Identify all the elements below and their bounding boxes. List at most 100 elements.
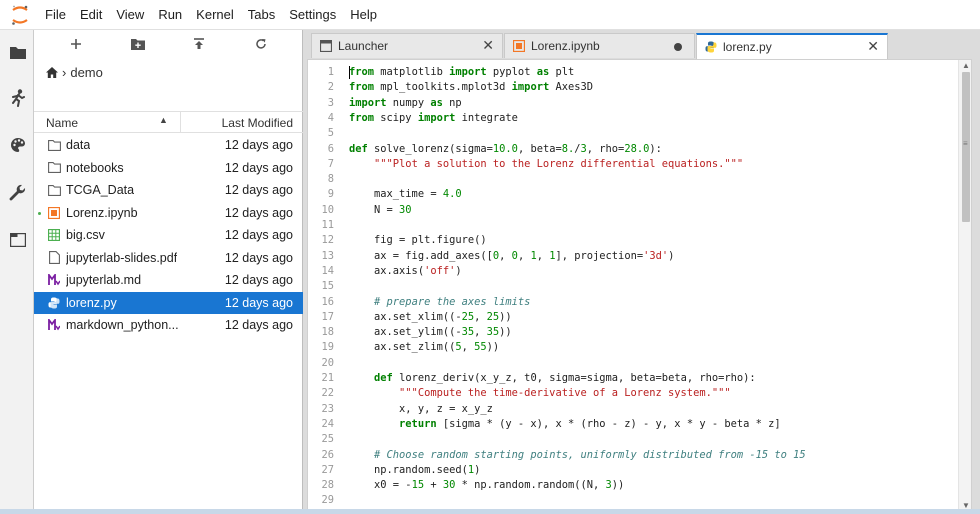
menu-tabs[interactable]: Tabs — [241, 0, 282, 30]
menu-run[interactable]: Run — [151, 0, 189, 30]
menu-view[interactable]: View — [109, 0, 151, 30]
line-number: 26 — [321, 448, 334, 461]
close-icon[interactable]: ✕ — [867, 38, 879, 55]
file-row-jupyterlab-slides-pdf[interactable]: jupyterlab-slides.pdf 12 days ago — [34, 247, 303, 270]
running-icon[interactable] — [8, 88, 28, 108]
tab-bar: Launcher ✕ Lorenz.ipynb lorenz.py ✕ — [303, 30, 980, 59]
code-line: 25 — [308, 432, 948, 447]
file-row-jupyterlab-md[interactable]: jupyterlab.md 12 days ago — [34, 269, 303, 292]
sort-ascending-icon: ▲ — [159, 115, 168, 125]
code-line: 6 def solve_lorenz(sigma=10.0, beta=8./3,… — [308, 142, 948, 157]
folder-icon[interactable] — [8, 42, 28, 62]
file-row-lorenz-py[interactable]: lorenz.py 12 days ago — [34, 291, 303, 314]
code-text: max_time = 4.0 — [349, 188, 462, 201]
notebook-icon — [512, 39, 526, 53]
file-browser-toolbar — [34, 30, 303, 58]
folder-icon — [47, 183, 61, 197]
line-number: 24 — [321, 417, 334, 430]
code-line: 8 — [308, 172, 948, 187]
file-modified: 12 days ago — [224, 183, 293, 197]
wrench-icon[interactable] — [8, 183, 28, 203]
code-text: def solve_lorenz(sigma=10.0, beta=8./3, … — [349, 142, 662, 155]
spreadsheet-icon — [47, 228, 61, 242]
menu-kernel[interactable]: Kernel — [189, 0, 241, 30]
code-line: 1 from matplotlib import pyplot as plt — [308, 65, 948, 80]
file-row-lorenz-ipynb[interactable]: Lorenz.ipynb 12 days ago — [34, 202, 303, 225]
text-cursor — [349, 66, 350, 79]
menu-bar: File Edit View Run Kernel Tabs Settings Help — [0, 0, 980, 30]
file-modified: 12 days ago — [224, 273, 293, 287]
code-line: 7 """Plot a solution to the Lorenz diffe… — [308, 157, 948, 172]
file-modified: 12 days ago — [224, 295, 293, 310]
file-row-tcga-data[interactable]: TCGA_Data 12 days ago — [34, 179, 303, 202]
tab-lorenz-ipynb[interactable]: Lorenz.ipynb — [504, 33, 695, 58]
code-text: from matplotlib import pyplot as plt — [349, 66, 575, 78]
file-row-notebooks[interactable]: notebooks 12 days ago — [34, 157, 303, 180]
code-line: 13 ax = fig.add_axes([0, 0, 1, 1], proje… — [308, 249, 948, 264]
file-icon — [47, 251, 61, 265]
breadcrumb: › demo — [46, 62, 103, 82]
launcher-icon — [319, 39, 333, 53]
file-row-big-csv[interactable]: big.csv 12 days ago — [34, 224, 303, 247]
tab-lorenz-py[interactable]: lorenz.py ✕ — [696, 33, 888, 59]
home-icon[interactable] — [46, 66, 58, 78]
file-row-data[interactable]: data 12 days ago — [34, 134, 303, 157]
file-name: data — [66, 138, 91, 152]
file-row-markdown-python[interactable]: markdown_python.... 12 days ago — [34, 314, 303, 337]
line-number: 19 — [321, 341, 334, 354]
tab-launcher[interactable]: Launcher ✕ — [311, 33, 503, 58]
new-folder-icon[interactable] — [126, 34, 150, 54]
code-text: x, y, z = x_y_z — [349, 402, 493, 415]
code-line: 14 ax.axis('off') — [308, 264, 948, 279]
line-number: 17 — [321, 310, 334, 323]
jupyter-logo-icon[interactable] — [10, 4, 30, 26]
code-text: N = 30 — [349, 203, 412, 216]
code-line: 5 — [308, 126, 948, 141]
folder-icon — [47, 138, 61, 152]
file-name: jupyterlab-slides.pdf — [66, 250, 178, 265]
code-line: 3 import numpy as np — [308, 96, 948, 111]
name-column-header[interactable]: Name — [46, 116, 78, 130]
line-number: 20 — [321, 356, 334, 369]
refresh-icon[interactable] — [249, 34, 273, 54]
file-name: markdown_python.... — [66, 318, 178, 332]
file-browser: › demo Name ▲ Last Modified data 12 days … — [34, 30, 303, 514]
file-name: TCGA_Data — [66, 183, 135, 197]
line-number: 15 — [321, 280, 334, 293]
line-number: 8 — [327, 173, 334, 186]
vertical-scrollbar[interactable]: ▲ ≡ ▼ — [958, 60, 971, 513]
column-divider[interactable] — [180, 112, 181, 133]
code-line: 2 from mpl_toolkits.mplot3d import Axes3D — [308, 80, 948, 95]
unsaved-indicator-icon[interactable] — [674, 43, 682, 51]
close-icon[interactable]: ✕ — [482, 37, 494, 54]
file-name: Lorenz.ipynb — [66, 205, 138, 220]
breadcrumb-folder[interactable]: demo — [70, 65, 103, 80]
modified-column-header[interactable]: Last Modified — [222, 116, 293, 130]
palette-icon[interactable] — [8, 135, 28, 155]
code-text: """Compute the time-derivative of a Lore… — [399, 387, 731, 400]
code-line: 18 ax.set_ylim((-35, 35)) — [308, 325, 948, 340]
code-line: 23 x, y, z = x_y_z — [308, 402, 948, 417]
tabs-icon[interactable] — [8, 230, 28, 250]
code-line: 10 N = 30 — [308, 203, 948, 218]
new-launcher-icon[interactable] — [64, 34, 88, 54]
menu-settings[interactable]: Settings — [282, 0, 343, 30]
line-number: 27 — [321, 463, 334, 476]
tab-label: Lorenz.ipynb — [531, 39, 600, 53]
line-number: 16 — [321, 295, 334, 308]
code-text: """Plot a solution to the Lorenz differe… — [374, 157, 744, 170]
line-number: 9 — [327, 188, 334, 201]
upload-icon[interactable] — [187, 34, 211, 54]
markdown-icon — [47, 273, 61, 287]
code-editor[interactable]: 1 from matplotlib import pyplot as plt 2 fr… — [307, 59, 972, 514]
menu-edit[interactable]: Edit — [73, 0, 109, 30]
file-list-header: Name ▲ Last Modified — [34, 111, 303, 133]
menu-file[interactable]: File — [38, 0, 73, 30]
menu-help[interactable]: Help — [343, 0, 384, 30]
main-area: Launcher ✕ Lorenz.ipynb lorenz.py ✕ 1 from ma… — [303, 30, 980, 514]
scroll-up-icon[interactable]: ▲ — [961, 61, 971, 71]
code-text: from mpl_toolkits.mplot3d import Axes3D — [349, 81, 594, 94]
file-modified: 12 days ago — [224, 138, 293, 152]
file-modified: 12 days ago — [224, 250, 293, 265]
line-number: 18 — [321, 326, 334, 339]
